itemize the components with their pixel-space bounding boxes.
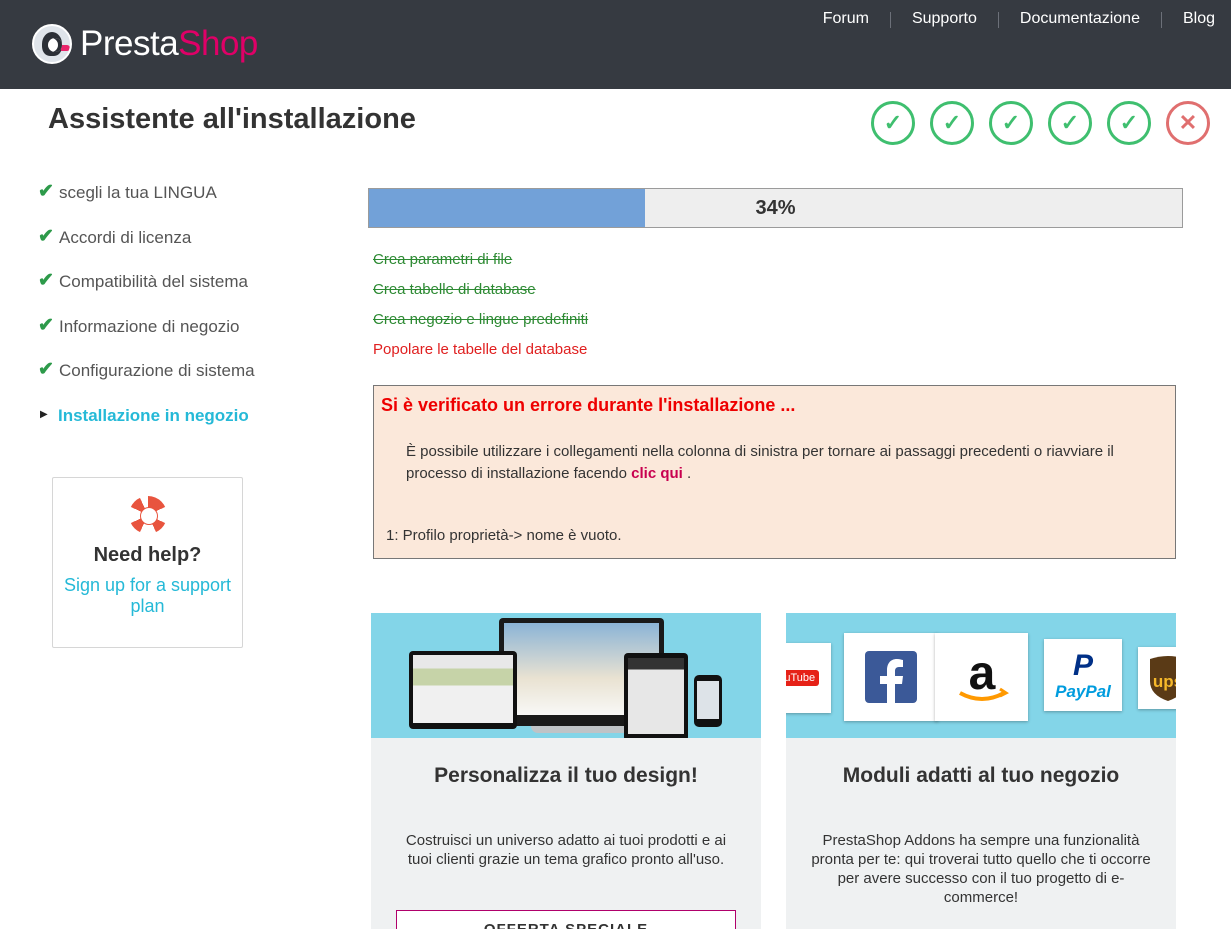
check-icon: ✔ bbox=[38, 359, 54, 380]
sidebar-item-compatibility[interactable]: ✔ Compatibilità del sistema bbox=[38, 271, 338, 316]
svg-text:P: P bbox=[1073, 649, 1094, 682]
sidebar-item-label: Accordi di licenza bbox=[59, 227, 192, 247]
task-item-failed: Popolare le tabelle del database bbox=[373, 341, 588, 358]
sidebar-item-store-installation[interactable]: ▶ Installazione in negozio bbox=[38, 405, 338, 450]
step-done-check-icon: ✓ bbox=[930, 101, 974, 145]
support-plan-link[interactable]: Sign up for a support plan bbox=[53, 575, 242, 617]
ups-logo-icon: ups bbox=[1138, 647, 1176, 709]
error-message-text: È possibile utilizzare i collegamenti ne… bbox=[406, 443, 1114, 482]
help-title: Need help? bbox=[93, 544, 202, 566]
nav-divider bbox=[997, 12, 999, 28]
card-text: Costruisci un universo adatto ai tuoi pr… bbox=[405, 832, 727, 868]
task-item: Crea tabelle di database bbox=[373, 281, 536, 298]
paypal-logo-icon: P PayPal bbox=[1044, 639, 1122, 711]
special-offer-button[interactable]: OFFERTA SPECIALE bbox=[396, 910, 736, 929]
task-item: Crea parametri di file bbox=[373, 251, 513, 268]
amazon-logo-icon: a bbox=[935, 633, 1028, 721]
step-done-check-icon: ✓ bbox=[1048, 101, 1092, 145]
sidebar-item-license[interactable]: ✔ Accordi di licenza bbox=[38, 225, 338, 272]
sidebar-item-label: Installazione in negozio bbox=[58, 405, 249, 425]
check-icon: ✔ bbox=[38, 314, 54, 336]
nav-divider bbox=[1160, 12, 1162, 28]
logo-text-shop: Shop bbox=[178, 24, 258, 63]
facebook-logo-icon bbox=[844, 633, 938, 721]
error-detail: 1: Profilo proprietà-> nome è vuoto. bbox=[386, 527, 622, 544]
step-error-x-icon: ✕ bbox=[1166, 101, 1210, 145]
svg-text:a: a bbox=[968, 647, 995, 700]
logo-text-presta: Presta bbox=[80, 24, 179, 63]
puffin-icon bbox=[32, 24, 72, 64]
svg-text:ups: ups bbox=[1153, 672, 1176, 691]
restart-link[interactable]: clic qui bbox=[631, 465, 683, 482]
step-done-check-icon: ✓ bbox=[989, 101, 1033, 145]
check-icon: ✔ bbox=[38, 225, 54, 247]
card-title: Moduli adatti al tuo negozio bbox=[842, 764, 1120, 787]
caret-right-icon: ▶ bbox=[40, 408, 48, 420]
card-title: Personalizza il tuo design! bbox=[434, 764, 698, 787]
check-icon: ✔ bbox=[38, 270, 54, 291]
installation-steps-sidebar: ✔ scegli la tua LINGUA ✔ Accordi di licenz… bbox=[38, 182, 338, 449]
step-done-check-icon: ✓ bbox=[871, 101, 915, 145]
error-message-end: . bbox=[682, 465, 692, 482]
sidebar-item-label: Compatibilità del sistema bbox=[59, 272, 248, 291]
card-text: PrestaShop Addons ha sempre una funziona… bbox=[811, 832, 1151, 906]
nav-documentazione[interactable]: Documentazione bbox=[1020, 8, 1140, 30]
step-done-check-icon: ✓ bbox=[1107, 101, 1151, 145]
error-box: Si è verificato un errore durante l'inst… bbox=[373, 385, 1176, 559]
partner-logos-image: YouTube a PPayPal ups bbox=[786, 613, 1176, 738]
svg-text:PayPal: PayPal bbox=[1055, 682, 1112, 701]
sidebar-item-label: scegli la tua LINGUA bbox=[59, 183, 217, 202]
nav-divider bbox=[889, 12, 891, 28]
help-box[interactable]: Need help? Sign up for a support plan bbox=[52, 477, 243, 648]
task-item: Crea negozio e lingue predefiniti bbox=[373, 311, 589, 328]
check-icon: ✔ bbox=[38, 181, 54, 202]
lifebuoy-icon bbox=[128, 496, 167, 534]
devices-theme-image bbox=[371, 613, 761, 738]
error-message: È possibile utilizzare i collegamenti ne… bbox=[406, 441, 1168, 485]
prestashop-logo[interactable]: Presta Shop bbox=[32, 22, 258, 66]
nav-blog[interactable]: Blog bbox=[1183, 8, 1215, 30]
youtube-logo-icon: YouTube bbox=[786, 643, 831, 713]
sidebar-item-store-info[interactable]: ✔ Informazione di negozio bbox=[38, 314, 338, 361]
nav-supporto[interactable]: Supporto bbox=[912, 8, 977, 30]
promo-card-design: Personalizza il tuo design! Costruisci u… bbox=[371, 613, 761, 929]
error-title: Si è verificato un errore durante l'inst… bbox=[381, 395, 796, 415]
installation-task-list: Crea parametri di file Crea tabelle di d… bbox=[373, 245, 588, 365]
progress-percent: 34% bbox=[755, 197, 796, 219]
promo-card-addons: YouTube a PPayPal ups Moduli adatti al t… bbox=[786, 613, 1176, 929]
step-indicators: ✓ ✓ ✓ ✓ ✓ ✕ bbox=[871, 101, 1210, 145]
page-title: Assistente all'installazione bbox=[48, 103, 416, 135]
sidebar-item-label: Configurazione di sistema bbox=[59, 361, 255, 380]
top-header: Presta Shop Forum Supporto Documentazione… bbox=[0, 0, 1231, 89]
top-nav: Forum Supporto Documentazione Blog bbox=[823, 8, 1215, 30]
sidebar-item-system-config[interactable]: ✔ Configurazione di sistema bbox=[38, 360, 338, 405]
sidebar-item-language[interactable]: ✔ scegli la tua LINGUA bbox=[38, 182, 338, 227]
installation-progress-bar: 34% bbox=[368, 188, 1183, 228]
nav-forum[interactable]: Forum bbox=[823, 8, 869, 30]
sidebar-item-label: Informazione di negozio bbox=[59, 316, 240, 336]
